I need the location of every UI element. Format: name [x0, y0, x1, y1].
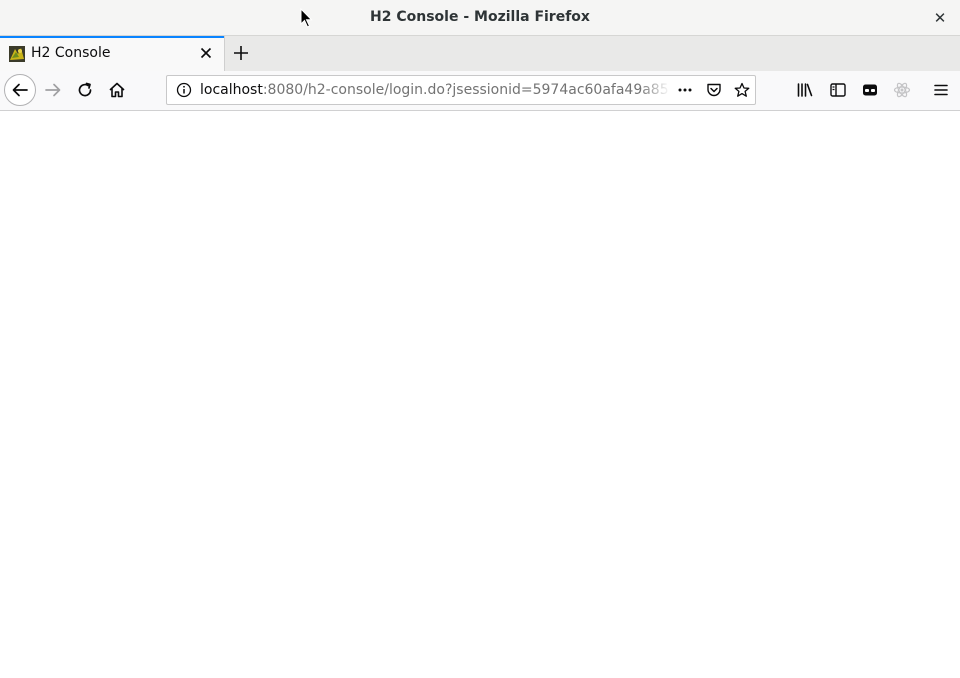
- url-text[interactable]: localhost:8080/h2-console/login.do?jsess…: [200, 76, 670, 104]
- extension-button[interactable]: [855, 75, 885, 105]
- extension-icon: [863, 84, 877, 96]
- browser-window: H2 Console - Mozilla Firefox ✕ H2 Consol…: [0, 0, 960, 678]
- ellipsis-icon[interactable]: [677, 82, 693, 98]
- star-icon[interactable]: [734, 82, 750, 98]
- navigation-toolbar: localhost:8080/h2-console/login.do?jsess…: [0, 71, 960, 111]
- arrow-right-icon: [45, 83, 61, 97]
- arrow-left-icon: [12, 83, 28, 97]
- react-devtools-button[interactable]: [887, 75, 917, 105]
- new-tab-icon[interactable]: [228, 41, 254, 65]
- library-button[interactable]: [790, 75, 820, 105]
- reload-button[interactable]: [70, 75, 100, 105]
- sidebar-button[interactable]: [823, 75, 853, 105]
- home-button[interactable]: [102, 75, 132, 105]
- url-path: :8080/h2-console/login.do?jsessionid=597…: [262, 82, 670, 98]
- tab-strip: H2 Console: [0, 36, 960, 71]
- forward-button[interactable]: [38, 75, 68, 105]
- info-icon[interactable]: [176, 82, 192, 98]
- tab-title: H2 Console: [31, 45, 111, 61]
- library-icon: [797, 83, 813, 97]
- window-title: H2 Console - Mozilla Firefox: [370, 9, 590, 25]
- pocket-icon[interactable]: [706, 82, 722, 98]
- menu-button[interactable]: [926, 75, 956, 105]
- sidebar-icon: [830, 83, 846, 97]
- page-content[interactable]: [0, 111, 960, 678]
- url-bar[interactable]: localhost:8080/h2-console/login.do?jsess…: [166, 75, 756, 105]
- back-button[interactable]: [4, 74, 36, 106]
- title-bar[interactable]: H2 Console - Mozilla Firefox ✕: [0, 0, 960, 36]
- close-icon[interactable]: ✕: [930, 8, 950, 28]
- hamburger-menu-icon: [934, 84, 948, 96]
- home-icon: [109, 82, 125, 98]
- reload-icon: [78, 82, 92, 97]
- tab-close-icon[interactable]: [198, 45, 214, 61]
- url-host: localhost: [200, 82, 263, 98]
- atom-icon: [893, 82, 911, 98]
- tab-h2-console[interactable]: H2 Console: [0, 36, 225, 71]
- h2-favicon-icon: [9, 46, 25, 62]
